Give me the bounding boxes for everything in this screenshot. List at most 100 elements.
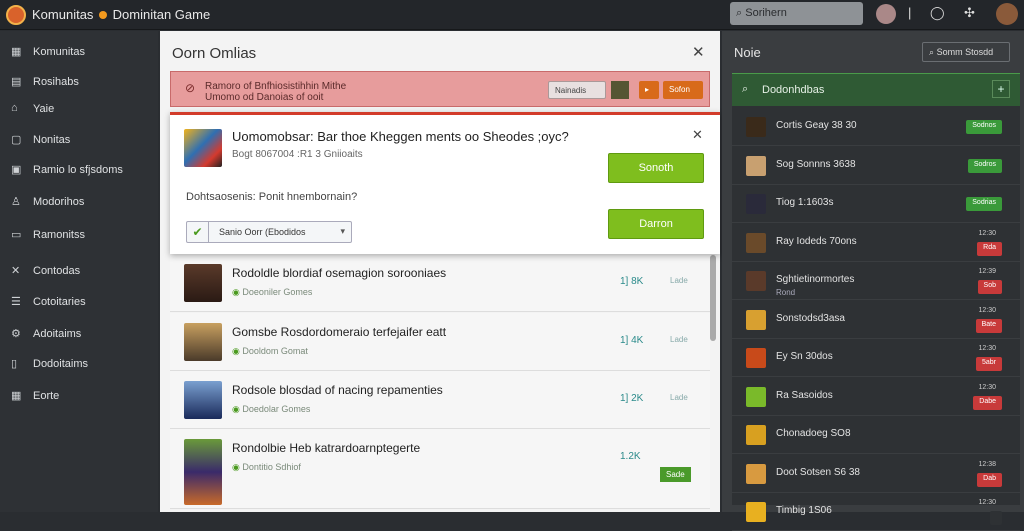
sidebar-item-rosihabs[interactable]: ▤ Rosihabs [0, 71, 158, 93]
friend-name: Sonstodsd3asa [776, 312, 845, 324]
right-pane-button[interactable]: ⌕ Somm Stosdd [922, 42, 1010, 62]
chat-icon[interactable]: ◯ [930, 5, 945, 21]
friend-row[interactable]: Ey Sn 30dos 12:30 5abr [732, 339, 1020, 377]
sidebar-item-label: Ramio lo sfjsdoms [33, 164, 123, 176]
item-count: 1.2K [620, 451, 641, 462]
user-avatar[interactable] [876, 4, 896, 24]
friend-row[interactable]: Sonstodsd3asa 12:30 Bate [732, 301, 1020, 339]
item-meta-text: Doedolar Gomes [242, 404, 311, 414]
friend-avatar [746, 348, 766, 368]
item-count: 1] 2K [620, 393, 644, 404]
profile-avatar[interactable] [996, 3, 1018, 25]
doc-icon: ▭ [11, 229, 22, 241]
settings-icon[interactable]: ✣ [964, 5, 975, 21]
alert-primary-button[interactable]: Sofon [663, 81, 703, 99]
status-badge[interactable]: Sodnos [966, 120, 1002, 134]
alert-secondary-button[interactable]: Nainadis [548, 81, 606, 99]
sidebar-item-nonitas[interactable]: ▢ Nonitas [0, 129, 158, 151]
sidebar-item-eorte[interactable]: ▦ Eorte [0, 385, 158, 407]
item-meta: ◉ Doedolar Gomes [232, 404, 310, 415]
status-badge[interactable] [990, 428, 1002, 442]
status-badge[interactable]: Bate [975, 318, 1002, 333]
item-title: Gomsbe Rosdordomeraio terfejaifer eatt [232, 325, 447, 339]
friend-time: 12:30 [978, 345, 996, 352]
item-thumbnail [184, 381, 222, 419]
sidebar-item-label: Dodoitaims [33, 358, 89, 370]
friend-row[interactable]: Ray Iodeds 70ons 12:30 Rda [732, 224, 1020, 262]
status-badge[interactable]: Sodrias [966, 197, 1002, 211]
app-logo-icon[interactable] [6, 5, 26, 25]
sidebar-item-label: Nonitas [33, 134, 71, 146]
sidebar-item-dodoitaims[interactable]: ▯ Dodoitaims [0, 353, 158, 375]
scrollbar[interactable] [710, 255, 716, 341]
dialog-select[interactable]: ✔ Sanio Oorr (Ebodidos ▾ [186, 221, 352, 243]
home-icon: ⌂ [11, 102, 18, 114]
friend-name: Cortis Geay 38 30 [776, 120, 857, 131]
close-icon[interactable]: ✕ [692, 43, 705, 61]
list-item[interactable]: Gomsbe Rosdordomeraio terfejaifer eatt ◉… [170, 313, 710, 371]
sidebar-item-adoitaims[interactable]: ⚙ Adoitaims [0, 323, 158, 345]
item-action-button[interactable]: Sade [660, 467, 691, 482]
status-badge[interactable]: Sob [977, 280, 1002, 294]
dialog-secondary-button[interactable]: Darron [608, 209, 704, 239]
friend-row[interactable]: Sghtietinormortes Rond 12:39 Sob [732, 262, 1020, 300]
status-badge[interactable]: Dab [977, 472, 1002, 487]
friend-name: Sghtietinormortes [776, 274, 855, 285]
dialog-primary-button[interactable]: Sonoth [608, 153, 704, 183]
alert-thumbnail [611, 81, 629, 99]
alert-flag-icon[interactable]: ▸ [639, 81, 659, 99]
status-badge[interactable]: Sodros [967, 158, 1002, 173]
friend-row[interactable]: Sog Sonnns 3638 Sodros [732, 147, 1020, 185]
friend-name: Timbig 1S06 [776, 505, 832, 516]
search-icon: ⌕ [736, 7, 743, 19]
status-badge[interactable] [990, 511, 1002, 525]
app-subtitle: Dominitan Game [112, 7, 211, 22]
item-thumbnail [184, 439, 222, 505]
friend-avatar [746, 309, 766, 330]
sidebar-item-cotoitaries[interactable]: ☰ Cotoitaries [0, 291, 158, 313]
sidebar-item-ramio[interactable]: ▣ Ramio lo sfjsdoms [0, 159, 158, 181]
status-badge[interactable]: 5abr [975, 357, 1002, 371]
item-action[interactable]: Lade [670, 393, 688, 402]
friend-avatar [746, 502, 766, 522]
friend-row[interactable]: Doot Sotsen S6 38 12:38 Dab [732, 455, 1020, 493]
list-item[interactable]: Rondolbie Heb katrardoarnptegerte ◉ Dont… [170, 429, 710, 509]
sidebar-item-modorihos[interactable]: ♙ Modorihos [0, 191, 158, 213]
top-bar: Komunitas Dominitan Game ⌕ Sorihern | ◯ … [0, 0, 1024, 30]
chevron-down-icon: ▾ [340, 226, 345, 236]
friend-row[interactable]: Tiog 1:1603s Sodrias [732, 185, 1020, 223]
dialog-question: Dohtsaosenis: Ponit hnembornain? [186, 191, 358, 203]
sidebar-item-contodas[interactable]: ✕ Contodas [0, 260, 158, 282]
tools-icon: ✕ [11, 265, 21, 277]
list-item[interactable]: Rodsole blosdad of nacing repamenties ◉ … [170, 371, 710, 429]
friend-row[interactable]: Timbig 1S06 12:30 [732, 493, 1020, 531]
item-action[interactable]: Lade [670, 335, 688, 344]
list-item[interactable]: Rodoldle blordiaf osemagion sorooniaes ◉… [170, 254, 710, 312]
sidebar-item-yaie[interactable]: ⌂ Yaie [0, 98, 158, 120]
dialog-title: Uomomobsar: Bar thoe Kheggen ments oo Sh… [232, 129, 569, 144]
item-action[interactable]: Lade [670, 276, 688, 285]
add-icon[interactable]: + [992, 80, 1010, 98]
sidebar-item-label: Contodas [33, 265, 81, 277]
right-pane-button-label: Somm Stosdd [936, 47, 994, 57]
friend-avatar [746, 155, 766, 176]
item-count: 1] 4K [620, 335, 644, 346]
gear-icon: ⚙ [11, 328, 21, 340]
sidebar-item-komunitas[interactable]: ▦ Komunitas [0, 41, 158, 63]
friend-row[interactable]: Cortis Geay 38 30 Sodnos [732, 108, 1020, 146]
status-icon: ◉ [232, 462, 240, 472]
friend-row[interactable]: Ra Sasoidos 12:30 Dabe [732, 378, 1020, 416]
friend-row[interactable]: Chonadoeg SO8 [732, 416, 1020, 454]
friend-name: Sog Sonnns 3638 [776, 158, 856, 170]
status-badge[interactable]: Rda [977, 241, 1002, 256]
main-panel: Oorn Omlias ✕ ⊘ Ramoro of Bnfhiosistihhi… [160, 31, 720, 512]
dialog-close-icon[interactable]: ✕ [692, 127, 703, 143]
right-pane: Noie ⌕ Somm Stosdd ⌕ Dodonhdbas + Cortis… [722, 31, 1024, 531]
search-input[interactable]: ⌕ Sorihern [730, 2, 863, 25]
sidebar-item-ramonitss[interactable]: ▭ Ramonitss [0, 224, 158, 246]
check-icon: ✔ [187, 222, 209, 242]
friends-panel: ⌕ Dodonhdbas + Cortis Geay 38 30 Sodnos So… [732, 73, 1020, 531]
status-badge[interactable]: Dabe [973, 395, 1002, 410]
app-title: Komunitas Dominitan Game [32, 7, 210, 22]
divider-icon: | [908, 5, 912, 20]
